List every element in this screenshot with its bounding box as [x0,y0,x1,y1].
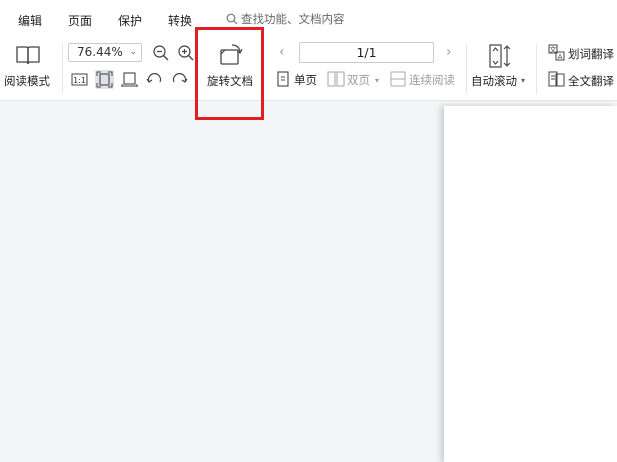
search-box[interactable]: 查找功能、文档内容 [226,11,345,27]
auto-scroll-label: 自动滚动 [471,74,517,88]
menu-edit[interactable]: 编辑 [18,12,42,29]
page-number-input[interactable]: 1/1 [299,42,434,63]
book-icon [16,46,40,65]
menu-convert[interactable]: 转换 [168,12,192,29]
svg-text:A: A [558,53,563,61]
caret-down-icon: ▾ [521,76,526,85]
rotate-right-button[interactable] [170,70,189,89]
svg-text:1:1: 1:1 [73,76,86,85]
document-page[interactable] [444,106,617,462]
full-translate-label: 全文翻译 [568,74,614,88]
continuous-read-icon [390,71,406,87]
continuous-read-label: 连续阅读 [409,73,455,87]
menu-page[interactable]: 页面 [68,12,92,29]
single-page-icon [277,71,289,87]
menu-bar: 编辑 页面 保护 转换 查找功能、文档内容 [0,0,617,38]
chevron-down-icon: ⌄ [129,47,137,57]
double-page-icon [327,71,345,87]
fit-page-button[interactable] [95,70,114,89]
page-indicator: 1/1 [356,45,377,60]
auto-scroll-icon [489,44,511,68]
full-translate-icon [548,71,565,87]
rotate-right-icon [172,73,188,83]
double-page-label: 双页 [347,73,370,87]
zoom-value: 76.44% [77,45,123,59]
svg-text:文: 文 [550,45,557,54]
divider [536,44,537,94]
menu-protect[interactable]: 保护 [118,12,142,29]
fit-width-button[interactable] [120,70,139,89]
fit-page-icon [96,71,113,88]
zoom-select[interactable]: 76.44% ⌄ [68,43,142,62]
search-placeholder: 查找功能、文档内容 [241,12,345,26]
actual-size-icon: 1:1 [71,73,88,86]
divider [62,44,63,94]
rotate-left-icon [146,73,162,83]
word-translate-icon: 文A [548,44,565,61]
rotate-left-button[interactable] [145,70,164,89]
highlight-box [195,27,264,120]
actual-size-button[interactable]: 1:1 [70,70,89,89]
search-icon [226,13,238,25]
word-translate-label: 划词翻译 [568,47,614,61]
zoom-in-icon[interactable] [177,44,195,62]
read-mode-label: 阅读模式 [4,74,50,88]
next-page-icon[interactable]: › [446,44,452,60]
fit-width-icon [121,72,138,87]
prev-page-icon[interactable]: ‹ [279,44,285,60]
divider [466,44,467,94]
zoom-out-icon[interactable] [152,44,170,62]
caret-down-icon: ▾ [375,76,380,85]
single-page-label: 单页 [294,73,317,87]
